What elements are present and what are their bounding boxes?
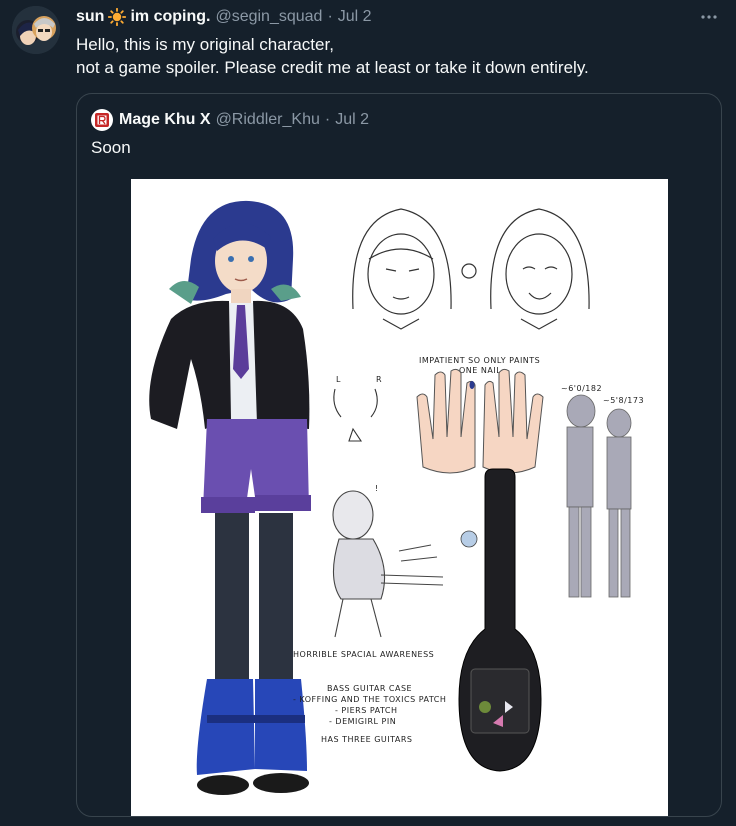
user-handle[interactable]: @segin_squad: [215, 8, 322, 26]
note-impatient: IMPATIENT SO ONLY PAINTS: [419, 356, 540, 365]
note-height-2: ~5'8/173: [603, 396, 644, 405]
display-name[interactable]: sun: [76, 8, 104, 26]
display-name-suffix[interactable]: im coping.: [130, 8, 210, 26]
separator-dot: ·: [327, 8, 333, 25]
quoted-tweet-text: Soon: [91, 138, 131, 157]
tweet-text-line: Hello, this is my original character,: [76, 35, 334, 54]
svg-text:!: !: [375, 484, 379, 493]
tweet-header: sun im coping. @segin_squad · Jul 2: [76, 6, 372, 28]
note-height-1: ~6'0/182: [561, 384, 602, 393]
quoted-user-handle[interactable]: @Riddler_Khu: [216, 111, 320, 129]
note-impatient-2: ONE NAIL: [459, 366, 501, 375]
tweet-text-line: not a game spoiler. Please credit me at …: [76, 58, 589, 77]
note-case-5: HAS THREE GUITARS: [321, 735, 413, 744]
character-reference-sheet-image[interactable]: IMPATIENT SO ONLY PAINTS ONE NAIL L R ~6…: [131, 179, 668, 816]
user-avatar[interactable]: [12, 6, 60, 54]
note-case-3: - PIERS PATCH: [335, 706, 398, 715]
quoted-tweet-date[interactable]: Jul 2: [335, 111, 369, 129]
note-left: L: [336, 375, 341, 384]
quoted-tweet[interactable]: Mage Khu X @Riddler_Khu · Jul 2 Soon IMP…: [76, 93, 722, 817]
separator-dot: ·: [324, 111, 331, 128]
note-case-1: BASS GUITAR CASE: [327, 684, 412, 693]
note-case-2: - KOFFING AND THE TOXICS PATCH: [293, 695, 446, 704]
note-spacial: HORRIBLE SPACIAL AWARENESS: [293, 650, 434, 659]
tweet-date[interactable]: Jul 2: [338, 8, 372, 26]
tweet: sun im coping. @segin_squad · Jul 2 Hell…: [0, 0, 736, 826]
note-right: R: [376, 375, 382, 384]
quoted-user-avatar[interactable]: [91, 109, 113, 131]
note-case-4: - DEMIGIRL PIN: [329, 717, 396, 726]
sun-emoji-icon: [108, 8, 127, 26]
more-options-icon[interactable]: [696, 4, 722, 30]
quoted-display-name[interactable]: Mage Khu X: [119, 111, 211, 129]
tweet-text: Hello, this is my original character, no…: [76, 33, 716, 79]
quoted-tweet-header: Mage Khu X @Riddler_Khu · Jul 2: [91, 109, 369, 131]
